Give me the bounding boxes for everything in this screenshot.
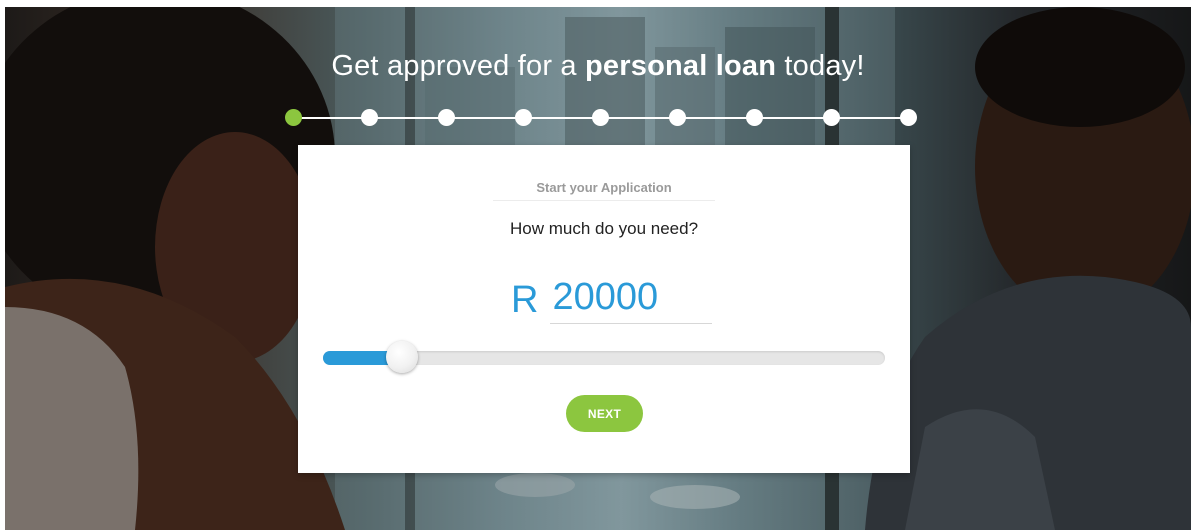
card-subtitle: Start your Application bbox=[536, 180, 672, 195]
step-dot-1[interactable] bbox=[285, 109, 302, 126]
step-dot-6[interactable] bbox=[669, 109, 686, 126]
headline-prefix: Get approved for a bbox=[331, 50, 586, 82]
application-card: Start your Application How much do you n… bbox=[298, 145, 910, 473]
next-button[interactable]: NEXT bbox=[566, 395, 643, 432]
progress-stepper bbox=[283, 108, 923, 128]
step-dot-7[interactable] bbox=[746, 109, 763, 126]
amount-display: R bbox=[511, 275, 713, 325]
step-dot-5[interactable] bbox=[592, 109, 609, 126]
currency-symbol: R bbox=[511, 278, 539, 321]
step-dot-3[interactable] bbox=[438, 109, 455, 126]
amount-slider[interactable] bbox=[323, 341, 885, 373]
headline-emphasis: personal loan bbox=[585, 50, 777, 82]
step-dot-8[interactable] bbox=[823, 109, 840, 126]
slider-handle[interactable] bbox=[385, 341, 418, 373]
step-dot-4[interactable] bbox=[515, 109, 532, 126]
amount-input[interactable] bbox=[550, 276, 713, 324]
loan-amount-question: How much do you need? bbox=[509, 219, 699, 238]
step-dot-9[interactable] bbox=[900, 109, 917, 126]
headline-suffix: today! bbox=[776, 50, 865, 82]
headline: Get approved for a personal loan today! bbox=[0, 50, 1196, 83]
step-dot-2[interactable] bbox=[361, 109, 378, 126]
subtitle-divider bbox=[493, 200, 715, 201]
